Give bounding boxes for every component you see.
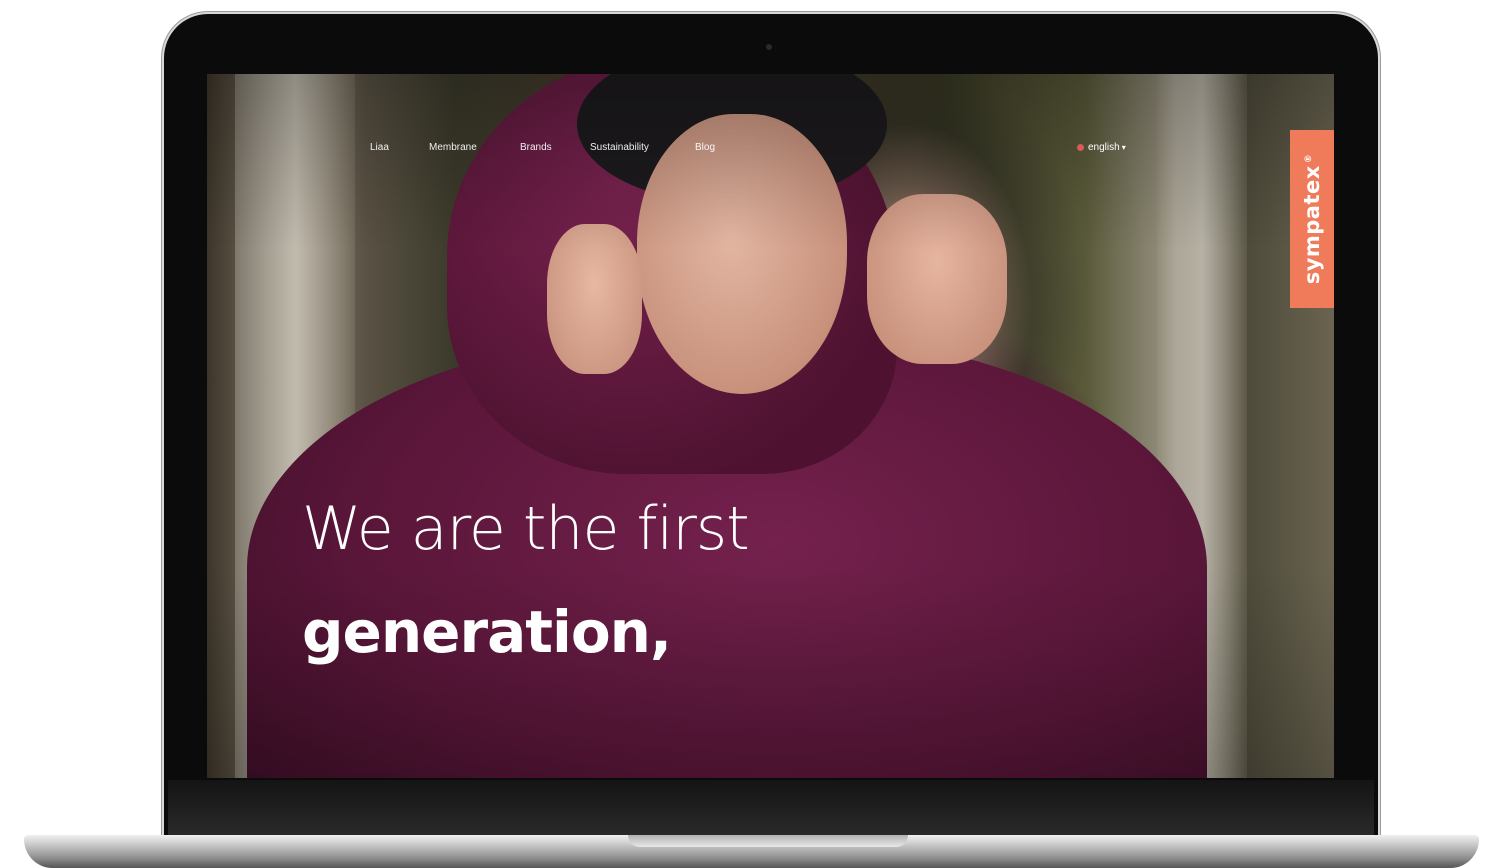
chevron-down-icon: ▾ — [1121, 143, 1126, 152]
website-screen: Liaa Membrane Brands Sustainability Blog… — [207, 74, 1334, 778]
hero-headline-line2: generation, — [302, 597, 672, 666]
laptop-chin — [168, 780, 1374, 838]
laptop-mockup: Liaa Membrane Brands Sustainability Blog… — [0, 0, 1501, 868]
nav-item-membrane[interactable]: Membrane — [429, 142, 477, 153]
brand-name: sympatex — [1300, 165, 1324, 285]
hero-headline-line1: We are the first — [302, 494, 750, 565]
hero-photo-overlay — [207, 74, 1334, 778]
laptop-base-notch — [628, 835, 908, 847]
globe-icon — [1077, 144, 1084, 151]
webcam-icon — [766, 44, 772, 50]
nav-item-liaa[interactable]: Liaa — [370, 142, 389, 153]
nav-item-sustainability[interactable]: Sustainability — [590, 142, 649, 153]
language-label: english — [1088, 142, 1120, 153]
nav-item-brands[interactable]: Brands — [520, 142, 552, 153]
brand-logo-tab[interactable]: sympatex® — [1290, 130, 1334, 308]
main-navigation: Liaa Membrane Brands Sustainability Blog — [207, 142, 1334, 162]
brand-logo: sympatex® — [1300, 154, 1324, 285]
nav-item-blog[interactable]: Blog — [695, 142, 715, 153]
language-selector[interactable]: english ▾ — [1077, 142, 1126, 153]
registered-mark: ® — [1304, 153, 1314, 164]
